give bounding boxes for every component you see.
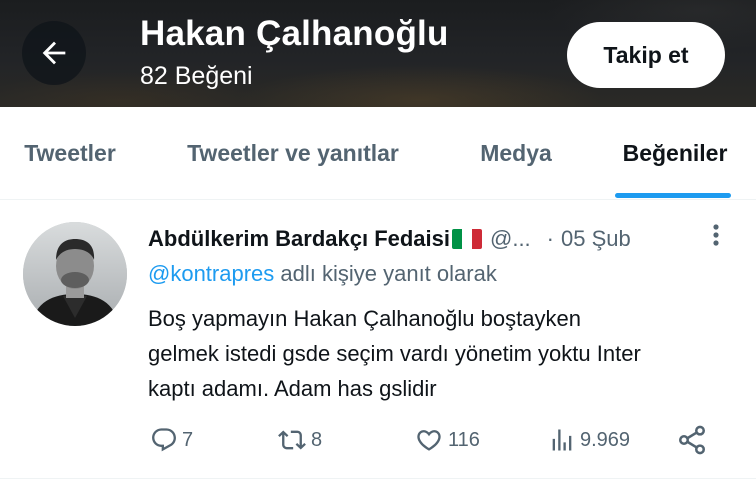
retweet-count: 8 [311,428,323,451]
tweet-text-line: gelmek istedi gsde seçim vardı yönetim y… [148,341,641,366]
tweet-text: Boş yapmayın Hakan Çalhanoğlu boştayken … [148,301,708,406]
tab-tweets[interactable]: Tweetler [0,107,140,200]
tweet-header: Abdülkerim Bardakçı Fedaisi @... · 05 Şu… [148,223,708,255]
italy-flag-icon [452,229,482,249]
reply-to-link[interactable]: @kontrapres [148,261,274,286]
views-count: 9.969 [580,428,631,451]
share-icon [679,425,705,455]
like-button[interactable]: 116 [414,423,480,457]
reply-suffix: adlı kişiye yanıt olarak [274,261,497,286]
active-tab-indicator [615,193,731,198]
tweet-actions: 7 8 116 9.969 [0,423,756,457]
tab-media[interactable]: Medya [462,107,570,200]
author-name[interactable]: Abdülkerim Bardakçı Fedaisi [148,226,450,252]
more-vertical-icon [713,224,719,246]
tab-tweets-and-replies[interactable]: Tweetler ve yanıtlar [160,107,426,200]
profile-header: Hakan Çalhanoğlu 82 Beğeni Takip et [0,0,756,107]
reply-context: @kontrapres adlı kişiye yanıt olarak [148,261,497,287]
more-options-button[interactable] [704,221,728,251]
reply-count: 7 [182,428,194,451]
retweet-button[interactable]: 8 [277,423,322,457]
tweet-date[interactable]: 05 Şub [561,226,631,252]
tweet-card[interactable]: Abdülkerim Bardakçı Fedaisi @... · 05 Şu… [0,201,756,479]
avatar[interactable] [23,222,127,326]
views-button[interactable]: 9.969 [548,423,630,457]
arrow-left-icon [42,41,66,65]
tab-likes[interactable]: Beğeniler [605,107,745,200]
retweet-icon [278,430,306,450]
reply-icon [152,428,176,452]
share-button[interactable] [676,423,708,457]
tweet-text-line: kaptı adamı. Adam has gslidir [148,376,437,401]
like-count: 116 [448,428,480,451]
separator-dot: · [546,226,554,251]
profile-tabs: Tweetler Tweetler ve yanıtlar Medya Beğe… [0,107,756,200]
tweet-text-line: Boş yapmayın Hakan Çalhanoğlu boştayken [148,306,581,331]
views-chart-icon [552,429,572,451]
likes-count: 82 Beğeni [140,62,253,90]
back-button[interactable] [22,21,86,85]
heart-icon [417,430,441,451]
reply-button[interactable]: 7 [150,423,193,457]
divider [0,478,756,479]
author-handle[interactable]: @... [490,226,531,252]
follow-button[interactable]: Takip et [567,22,725,88]
profile-name: Hakan Çalhanoğlu [140,14,449,53]
